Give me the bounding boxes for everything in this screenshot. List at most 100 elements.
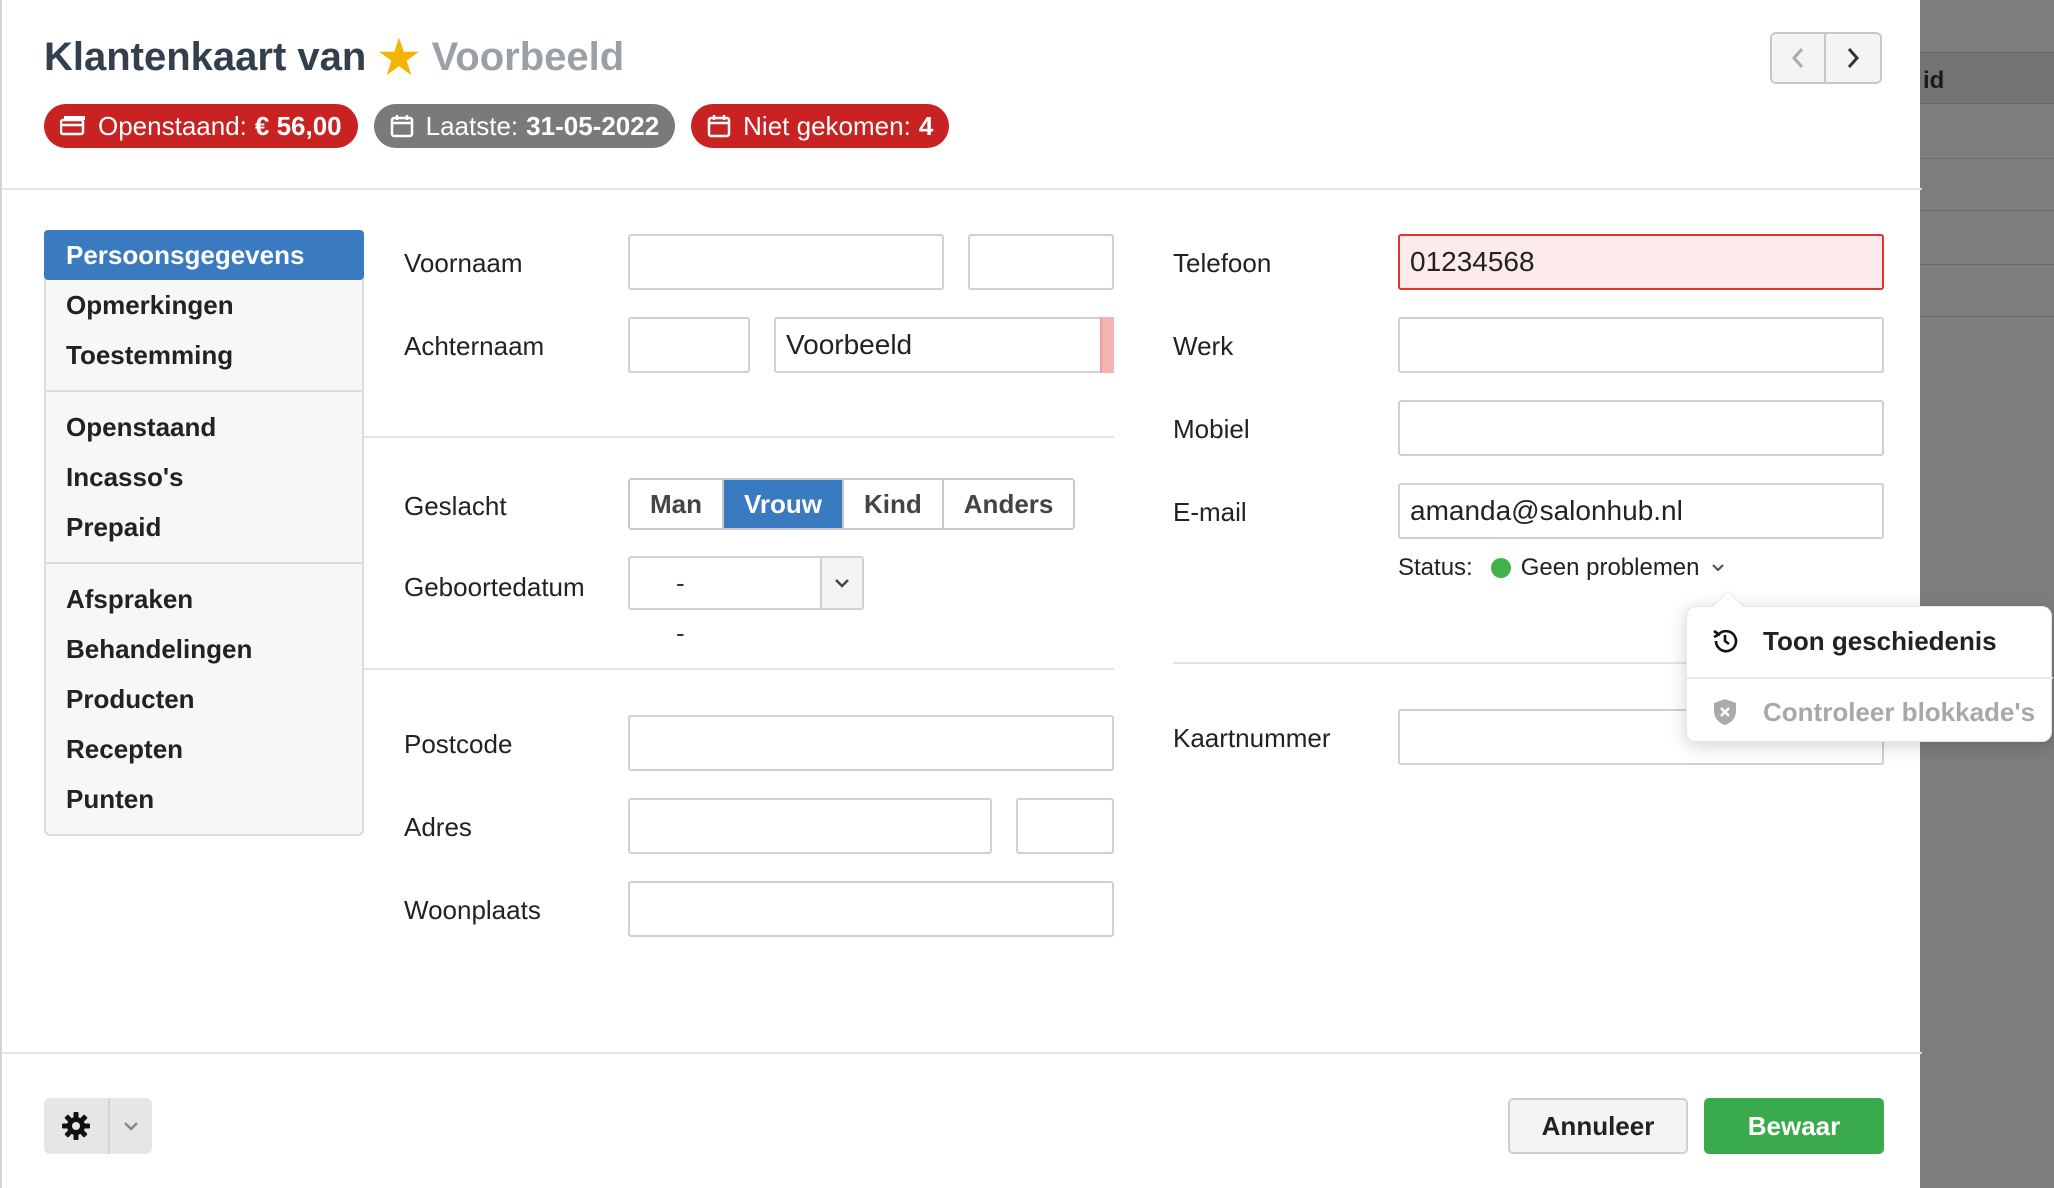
badge-value: 31-05-2022 (526, 110, 660, 141)
postcode-input[interactable] (628, 715, 1114, 771)
werk-label: Werk (1173, 331, 1234, 361)
kaartnummer-label: Kaartnummer (1173, 723, 1331, 753)
modal-footer: Annuleer Bewaar (2, 1052, 1922, 1188)
calendar-icon (390, 115, 413, 138)
chevron-left-icon (1791, 48, 1804, 68)
shield-x-icon (1714, 699, 1736, 725)
save-button[interactable]: Bewaar (1704, 1098, 1884, 1154)
adres-label: Adres (404, 812, 472, 842)
sidebar-item-incassos[interactable]: Incasso's (46, 452, 362, 502)
background-row-divider (1920, 264, 2054, 265)
gender-option-vrouw[interactable]: Vrouw (724, 480, 845, 528)
postcode-label: Postcode (404, 729, 513, 759)
badge-label: Laatste: (425, 110, 519, 141)
email-input[interactable] (1398, 483, 1884, 539)
sidebar-group: Persoonsgegevens Opmerkingen Toestemming (44, 230, 364, 392)
section-divider (364, 668, 1114, 670)
last-visit-badge[interactable]: Laatste: 31-05-2022 (373, 104, 676, 148)
gender-selector: Man Vrouw Kind Anders (628, 478, 1076, 530)
sidebar-menu: Persoonsgegevens Opmerkingen Toestemming… (44, 230, 364, 836)
cancel-button[interactable]: Annuleer (1508, 1098, 1688, 1154)
sidebar-item-toestemming[interactable]: Toestemming (46, 330, 362, 380)
mobiel-label: Mobiel (1173, 414, 1250, 444)
achternaam-prefix-input[interactable] (628, 317, 750, 373)
sidebar-group: Afspraken Behandelingen Producten Recept… (46, 564, 362, 834)
outstanding-badge[interactable]: Openstaand: € 56,00 (44, 104, 358, 148)
cash-icon (60, 116, 85, 136)
star-icon[interactable]: ★ (378, 34, 419, 80)
badge-value: € 56,00 (254, 110, 342, 141)
sidebar-item-opmerkingen[interactable]: Opmerkingen (46, 280, 362, 330)
sidebar-item-afspraken[interactable]: Afspraken (46, 574, 362, 624)
badge-label: Niet gekomen: (743, 110, 911, 141)
section-divider (1173, 662, 1693, 664)
badge-row: Openstaand: € 56,00 Laatste: 31-05-2022 … (44, 104, 950, 148)
sidebar-item-recepten[interactable]: Recepten (46, 724, 362, 774)
section-divider (364, 436, 1114, 438)
background-row-divider (1920, 210, 2054, 211)
chevron-right-icon (1847, 48, 1860, 68)
no-show-badge[interactable]: Niet gekomen: 4 (691, 104, 950, 148)
background-row-divider (1920, 158, 2054, 159)
page-title: Klantenkaart van ★ Voorbeeld (44, 34, 624, 80)
background-table-header: id (1920, 52, 2054, 104)
achternaam-label: Achternaam (404, 331, 545, 361)
badge-value: 4 (918, 110, 934, 141)
menu-item-label: Controleer blokkade's (1763, 696, 2036, 727)
calendar-icon (707, 115, 731, 138)
woonplaats-label: Woonplaats (404, 895, 541, 925)
sidebar-item-behandelingen[interactable]: Behandelingen (46, 624, 362, 674)
sidebar-item-persoonsgegevens[interactable]: Persoonsgegevens (44, 230, 364, 280)
settings-chevron[interactable] (110, 1098, 152, 1154)
background-page: id (1920, 0, 2054, 1188)
chevron-down-icon (124, 1122, 138, 1131)
werk-input[interactable] (1398, 317, 1884, 373)
telefoon-label: Telefoon (1173, 248, 1272, 278)
customer-card-modal: Klantenkaart van ★ Voorbeeld Openstaand:… (0, 0, 1922, 1188)
status-dot-icon (1490, 558, 1511, 578)
telefoon-input[interactable] (1398, 234, 1884, 290)
show-history-menu-item[interactable]: Toon geschiedenis (1687, 607, 2053, 675)
settings-button[interactable] (44, 1098, 110, 1154)
chevron-down-icon (1711, 564, 1724, 572)
sidebar-item-punten[interactable]: Punten (46, 774, 362, 824)
status-value: Geen problemen (1520, 554, 1700, 581)
huisnummer-input[interactable] (1016, 798, 1114, 854)
geslacht-label: Geslacht (404, 491, 507, 521)
sidebar-item-openstaand[interactable]: Openstaand (46, 402, 362, 452)
gender-option-man[interactable]: Man (630, 480, 724, 528)
geboortedatum-label: Geboortedatum (404, 572, 585, 602)
gender-option-kind[interactable]: Kind (844, 480, 944, 528)
sidebar-group: Openstaand Incasso's Prepaid (46, 392, 362, 564)
history-icon (1713, 629, 1738, 653)
modal-header: Klantenkaart van ★ Voorbeeld Openstaand:… (2, 0, 1922, 190)
birthdate-picker[interactable]: - - (628, 556, 864, 648)
gender-option-anders[interactable]: Anders (943, 480, 1074, 528)
status-popover: Toon geschiedenis Controleer blokkade's (1686, 590, 2053, 745)
check-blockade-menu-item[interactable]: Controleer blokkade's (1687, 677, 2053, 745)
voornaam-input[interactable] (628, 234, 944, 290)
woonplaats-input[interactable] (628, 881, 1114, 937)
background-column-header: id (1923, 67, 1945, 94)
tussenvoegsel-input[interactable] (968, 234, 1114, 290)
adres-input[interactable] (628, 798, 992, 854)
status-label: Status: (1398, 554, 1473, 581)
birthdate-dropdown-button[interactable] (820, 558, 862, 608)
achternaam-input[interactable] (774, 317, 1114, 373)
next-button[interactable] (1826, 32, 1882, 84)
email-status[interactable]: Status: Geen problemen (1398, 554, 1726, 582)
sidebar-item-prepaid[interactable]: Prepaid (46, 502, 362, 552)
birthdate-value: - - (676, 568, 725, 648)
email-label: E-mail (1173, 497, 1247, 527)
record-navigation (1770, 32, 1882, 84)
badge-label: Openstaand: (98, 110, 247, 141)
sidebar-item-producten[interactable]: Producten (46, 674, 362, 724)
background-row-divider (1920, 316, 2054, 317)
previous-button[interactable] (1770, 32, 1826, 84)
customer-name: Voorbeeld (431, 34, 625, 79)
gear-icon (62, 1112, 90, 1140)
settings-dropdown[interactable] (44, 1098, 152, 1154)
title-prefix: Klantenkaart van (44, 34, 367, 79)
required-indicator (1100, 317, 1114, 373)
mobiel-input[interactable] (1398, 400, 1884, 456)
